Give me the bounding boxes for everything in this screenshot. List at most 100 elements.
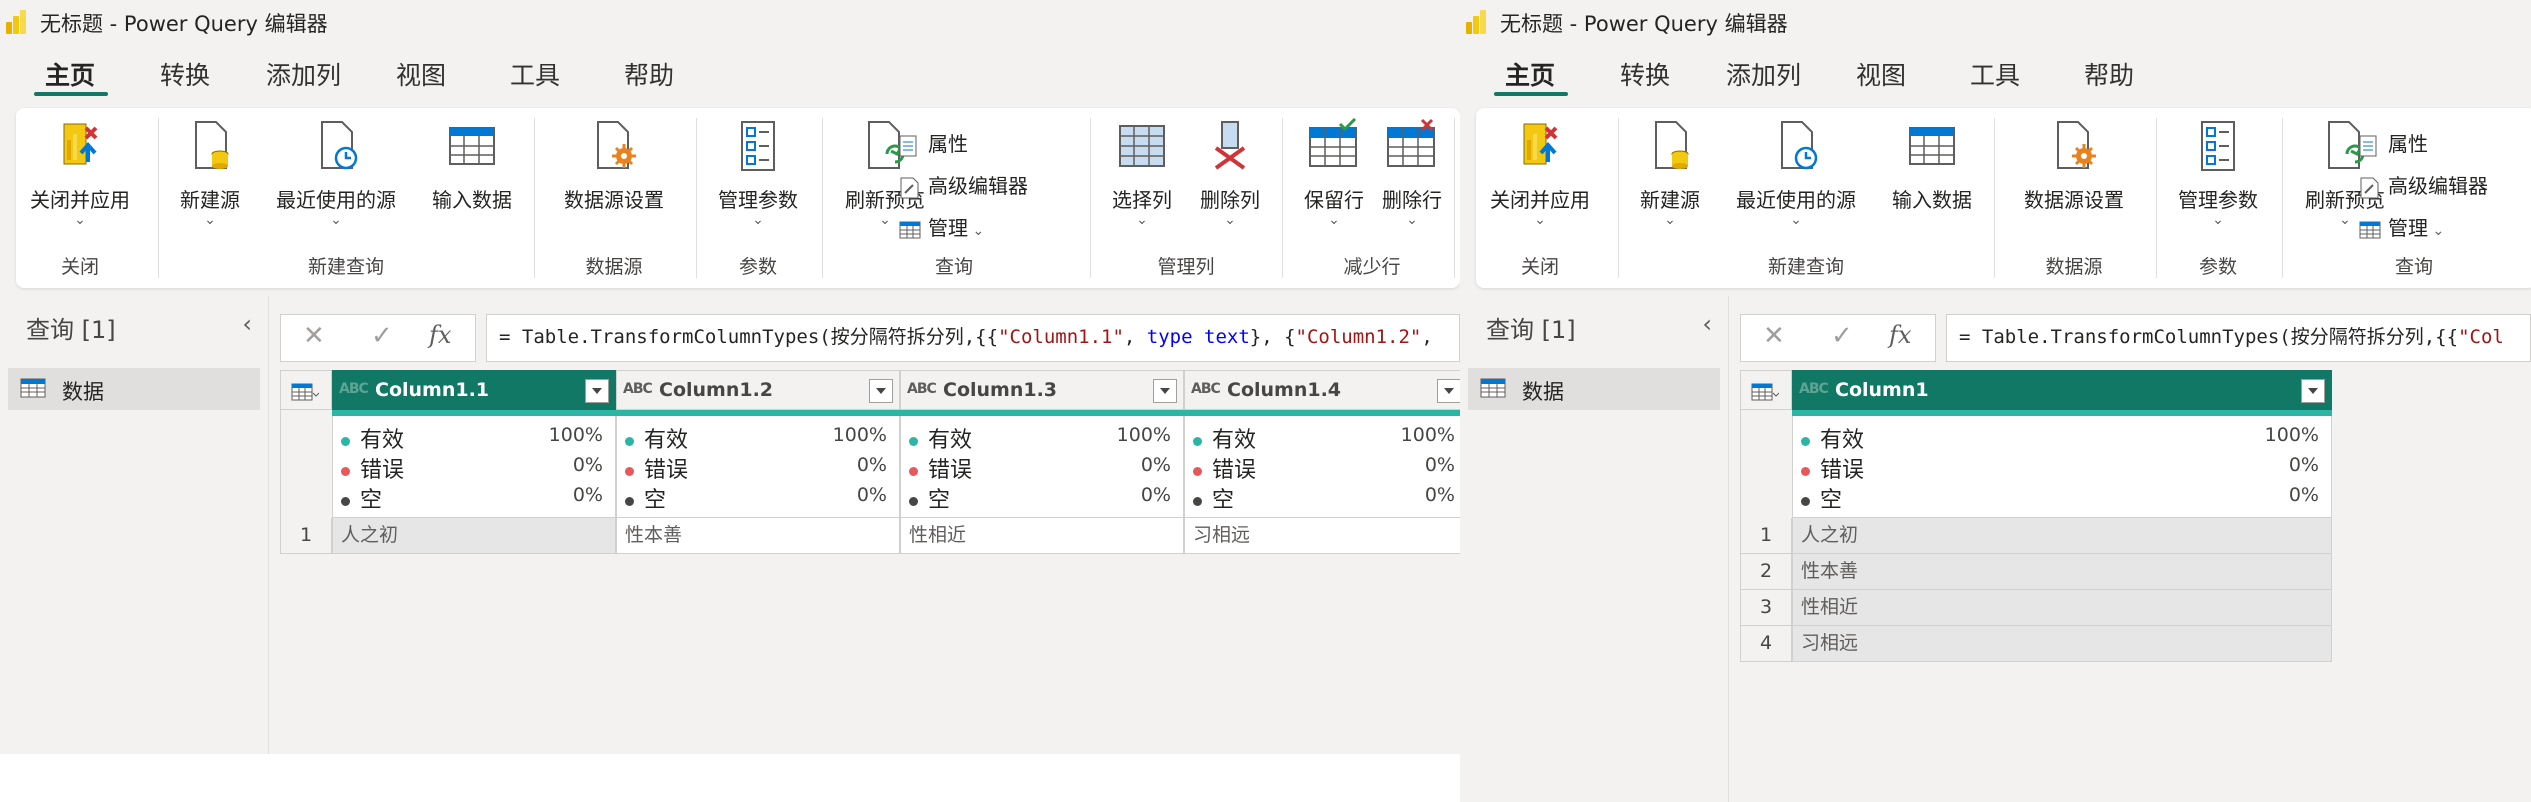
table-cell[interactable]: 性相近 [1792,590,2332,626]
table-cell[interactable]: 性本善 [616,518,900,554]
quality-row-valid: 有效 100% [909,422,1175,453]
column-header[interactable]: ABC Column1 [1792,370,2332,410]
column-header[interactable]: ABC Column1.1 [332,370,616,410]
row-number[interactable]: 3 [1740,590,1792,626]
query-item-data[interactable]: 数据 [8,368,260,410]
column-name: Column1 [1835,379,1929,401]
choose-columns-icon [1114,118,1170,174]
column-header[interactable]: ABC Column1.4 [1184,370,1460,410]
new-source-button[interactable]: 新建源 ⌄ [1628,118,1712,227]
queries-header: 查询 [1] [26,316,116,344]
tab-tools[interactable]: 工具 [1970,56,2020,92]
close-apply-button[interactable]: 关闭并应用 ⌄ [24,118,136,227]
confirm-check-icon[interactable]: ✓ [1831,321,1853,351]
table-menu-button[interactable] [280,370,332,410]
quality-label-empty: 空 [928,488,951,513]
datasource-settings-button[interactable]: 数据源设置 [544,118,684,213]
cancel-icon[interactable]: ✕ [303,321,325,351]
table-cell[interactable]: 人之初 [1792,518,2332,554]
enter-data-button[interactable]: 输入数据 [420,118,524,213]
remove-columns-button[interactable]: 删除列 ⌄ [1188,118,1272,227]
tab-help[interactable]: 帮助 [624,56,674,92]
ribbon-separator [2282,118,2283,278]
power-query-window-left: 无标题 - Power Query 编辑器 主页 转换 添加列 视图 工具 帮助… [0,0,1460,802]
quality-percent-valid: 100% [1116,424,1171,446]
close-apply-button[interactable]: 关闭并应用 ⌄ [1484,118,1596,227]
advanced-editor-button[interactable]: 高级编辑器 [2358,170,2488,200]
manage-parameters-button[interactable]: 管理参数 ⌄ [2166,118,2270,227]
table-menu-button[interactable] [1740,370,1792,410]
datasource-settings-button[interactable]: 数据源设置 [2004,118,2144,213]
row-header-spacer [280,410,332,518]
new-source-button[interactable]: 新建源 ⌄ [168,118,252,227]
choose-columns-button[interactable]: 选择列 ⌄ [1100,118,1184,227]
table-cell[interactable]: 人之初 [332,518,616,554]
enter-data-button[interactable]: 输入数据 [1880,118,1984,213]
column-header[interactable]: ABC Column1.3 [900,370,1184,410]
collapse-chevron-icon[interactable]: ‹ [1702,310,1712,338]
tab-add-column[interactable]: 添加列 [1726,56,1801,92]
tab-add-column[interactable]: 添加列 [266,56,341,92]
remove-rows-button[interactable]: 删除行 ⌄ [1370,118,1454,227]
row-number[interactable]: 1 [280,518,332,554]
advanced-editor-button[interactable]: 高级编辑器 [898,170,1028,200]
text-type-icon[interactable]: ABC [1799,381,1829,397]
recent-sources-button[interactable]: 最近使用的源 ⌄ [256,118,416,227]
table-cell[interactable]: 性本善 [1792,554,2332,590]
error-dot-icon [1801,466,1810,476]
manage-table-icon [2358,218,2382,242]
manage-button[interactable]: 管理 ⌄ [2358,212,2444,242]
tab-home[interactable]: 主页 [45,56,95,92]
properties-button[interactable]: 属性 [2358,128,2428,158]
fx-icon[interactable]: fx [1889,321,1911,349]
queries-header: 查询 [1] [1486,316,1576,344]
confirm-check-icon[interactable]: ✓ [371,321,393,351]
formula-input[interactable]: = Table.TransformColumnTypes(按分隔符拆分列,{{"… [486,314,1460,362]
formula-buttons: ✕ ✓ fx [280,314,476,362]
column-filter-dropdown-icon[interactable] [2301,379,2325,403]
valid-dot-icon [625,436,634,446]
table-cell[interactable]: 习相远 [1184,518,1460,554]
keep-rows-button[interactable]: 保留行 ⌄ [1292,117,1376,227]
column-quality-profile: 有效 100% 错误 0% 空 0% [616,416,900,518]
column-header[interactable]: ABC Column1.2 [616,370,900,410]
row-number[interactable]: 4 [1740,626,1792,662]
query-item-data[interactable]: 数据 [1468,368,1720,410]
column-name: Column1.3 [943,379,1058,401]
row-number[interactable]: 2 [1740,554,1792,590]
empty-area [0,754,1460,802]
quality-percent-error: 0% [572,454,603,476]
table-cell[interactable]: 习相远 [1792,626,2332,662]
tab-view[interactable]: 视图 [396,56,446,92]
formula-input[interactable]: = Table.TransformColumnTypes(按分隔符拆分列,{{"… [1946,314,2531,362]
table-cell[interactable]: 性相近 [900,518,1184,554]
quality-label-empty: 空 [360,488,383,513]
column-filter-dropdown-icon[interactable] [869,379,893,403]
tab-view[interactable]: 视图 [1856,56,1906,92]
recent-sources-button[interactable]: 最近使用的源 ⌄ [1716,118,1876,227]
formula-prefix: = Table.TransformColumnTypes(按分隔符拆分列,{{ [499,326,999,348]
fx-icon[interactable]: fx [429,321,451,349]
column-filter-dropdown-icon[interactable] [1153,379,1177,403]
tab-tools[interactable]: 工具 [510,56,560,92]
tab-help[interactable]: 帮助 [2084,56,2134,92]
properties-button[interactable]: 属性 [898,128,968,158]
formula-bar: ✕ ✓ fx = Table.TransformColumnTypes(按分隔符… [280,314,1460,362]
text-type-icon[interactable]: ABC [339,381,369,397]
cancel-icon[interactable]: ✕ [1763,321,1785,351]
column-filter-dropdown-icon[interactable] [585,379,609,403]
collapse-chevron-icon[interactable]: ‹ [242,310,252,338]
text-type-icon[interactable]: ABC [1191,381,1221,397]
manage-button[interactable]: 管理 ⌄ [898,212,984,242]
tab-home[interactable]: 主页 [1505,56,1555,92]
tab-transform[interactable]: 转换 [1620,56,1670,92]
text-type-icon[interactable]: ABC [623,381,653,397]
group-label-datasource: 数据源 [2045,256,2103,278]
text-type-icon[interactable]: ABC [907,381,937,397]
manage-parameters-button[interactable]: 管理参数 ⌄ [706,118,810,227]
row-header-spacer [1740,410,1792,518]
tab-transform[interactable]: 转换 [160,56,210,92]
row-number[interactable]: 1 [1740,518,1792,554]
column-filter-dropdown-icon[interactable] [1437,379,1460,403]
valid-dot-icon [341,436,350,446]
